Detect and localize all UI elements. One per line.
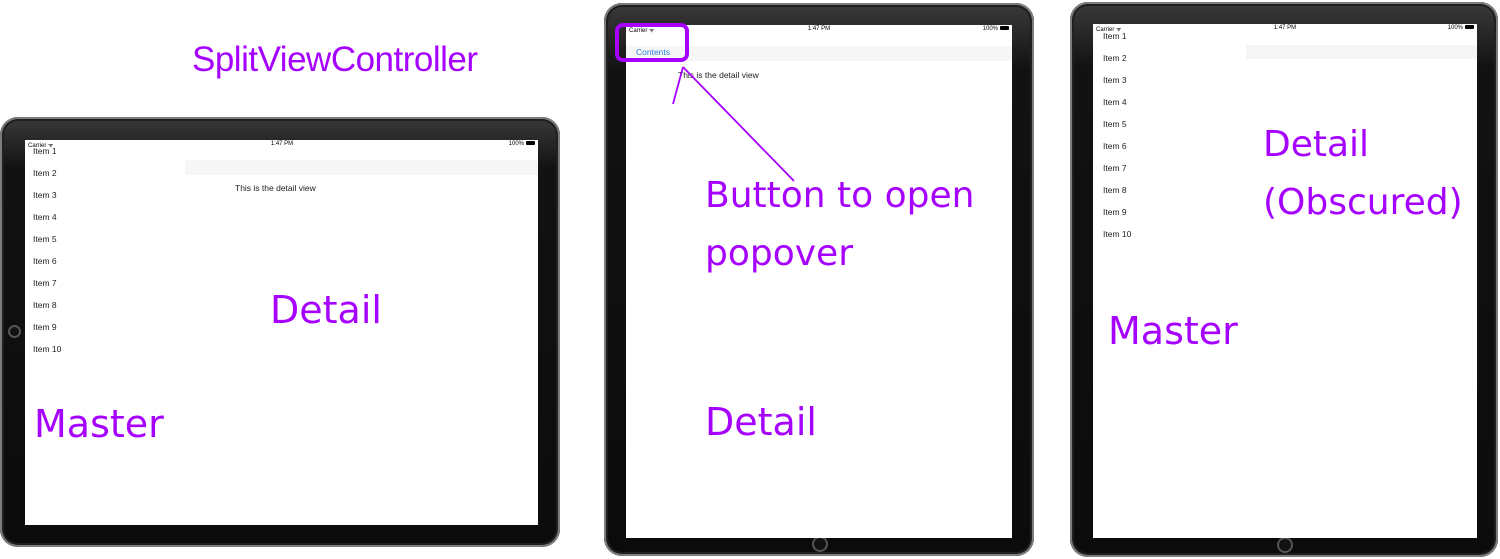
master-item-5[interactable]: Item 5	[33, 234, 57, 244]
ipad-portrait: Carrier ᯤ 1:47 PM 100% Contents This is …	[604, 3, 1034, 556]
master-item-10[interactable]: Item 10	[33, 344, 61, 354]
battery-indicator: 100%	[1448, 25, 1474, 31]
detail-nav-bar	[1246, 45, 1477, 59]
ipad-landscape: Carrier ᯤ 1:47 PM 100% Item 1 Item 2 Ite…	[0, 117, 560, 547]
annotation-detail-obscured: Detail (Obscured)	[1263, 124, 1463, 223]
master-item-1[interactable]: Item 1	[1103, 31, 1127, 41]
detail-nav-bar	[185, 160, 538, 175]
battery-indicator: 100%	[983, 26, 1009, 32]
screen-portrait: Carrier ᯤ 1:47 PM 100% Contents This is …	[626, 25, 1012, 538]
battery-icon	[526, 141, 535, 146]
battery-label: 100%	[982, 26, 998, 32]
annotation-master: Master	[1108, 309, 1238, 353]
master-item-8[interactable]: Item 8	[33, 300, 57, 310]
detail-view-label: This is the detail view	[678, 70, 759, 80]
master-item-2[interactable]: Item 2	[33, 168, 57, 178]
master-item-3[interactable]: Item 3	[33, 190, 57, 200]
clock-label: 1:47 PM	[1273, 25, 1297, 31]
master-item-4[interactable]: Item 4	[33, 212, 57, 222]
master-item-9[interactable]: Item 9	[1103, 207, 1127, 217]
battery-label: 100%	[508, 141, 524, 147]
detail-view-label: This is the detail view	[235, 183, 316, 193]
status-bar: Carrier ᯤ 1:47 PM 100%	[25, 140, 538, 150]
master-item-3[interactable]: Item 3	[1103, 75, 1127, 85]
master-item-2[interactable]: Item 2	[1103, 53, 1127, 63]
annotation-detail: Detail	[705, 400, 817, 444]
battery-indicator: 100%	[509, 141, 535, 147]
ipad-portrait-popover: Carrier ᯤ 1:47 PM 100% Item 1 Item 2 Ite…	[1070, 2, 1498, 557]
battery-label: 100%	[1447, 25, 1463, 31]
page-title: SplitViewController	[192, 40, 478, 79]
home-button	[812, 536, 828, 552]
home-button	[1277, 537, 1293, 553]
master-item-10[interactable]: Item 10	[1103, 229, 1131, 239]
master-item-1[interactable]: Item 1	[33, 146, 57, 156]
master-item-9[interactable]: Item 9	[33, 322, 57, 332]
battery-icon	[1000, 26, 1009, 31]
home-button	[8, 325, 21, 338]
annotation-button-to-open-popover: Button to open popover	[705, 175, 975, 274]
master-item-8[interactable]: Item 8	[1103, 185, 1127, 195]
contents-button-highlight	[615, 23, 689, 62]
master-item-4[interactable]: Item 4	[1103, 97, 1127, 107]
master-item-6[interactable]: Item 6	[1103, 141, 1127, 151]
clock-label: 1:47 PM	[270, 141, 294, 147]
master-item-5[interactable]: Item 5	[1103, 119, 1127, 129]
status-bar: Carrier ᯤ 1:47 PM 100%	[1093, 24, 1477, 34]
annotation-master: Master	[34, 402, 164, 446]
clock-label: 1:47 PM	[807, 26, 831, 32]
battery-icon	[1465, 25, 1474, 30]
master-item-7[interactable]: Item 7	[33, 278, 57, 288]
annotation-detail: Detail	[270, 288, 382, 332]
screen-landscape: Carrier ᯤ 1:47 PM 100% Item 1 Item 2 Ite…	[25, 140, 538, 525]
screen-popover: Carrier ᯤ 1:47 PM 100% Item 1 Item 2 Ite…	[1093, 24, 1477, 538]
master-item-6[interactable]: Item 6	[33, 256, 57, 266]
master-item-7[interactable]: Item 7	[1103, 163, 1127, 173]
